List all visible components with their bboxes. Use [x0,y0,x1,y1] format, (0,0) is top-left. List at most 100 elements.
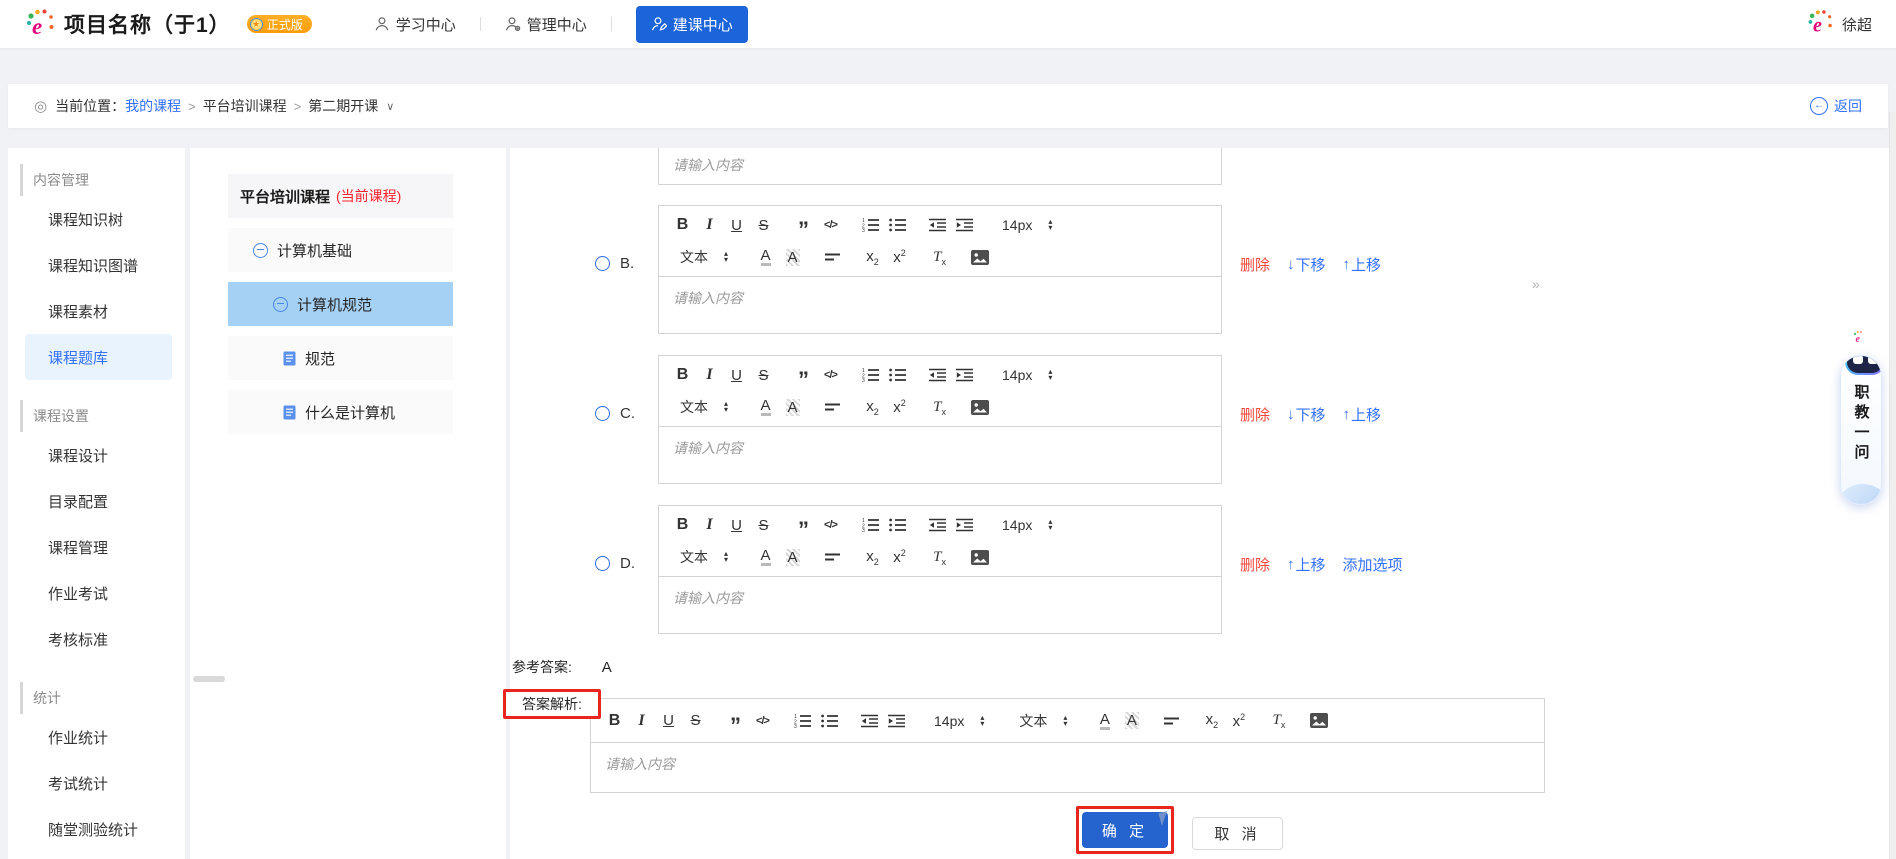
delete-option-link[interactable]: 删除 [1240,404,1270,425]
code-icon[interactable]: </> [752,709,773,733]
indent-icon[interactable] [954,213,975,237]
clear-format-icon[interactable]: Tx [1268,709,1289,733]
sidebar-item-course-management[interactable]: 课程管理 [8,524,185,570]
italic-icon[interactable]: I [699,513,720,537]
indent-icon[interactable] [954,513,975,537]
bg-color-icon[interactable]: A [782,395,803,419]
code-icon[interactable]: </> [820,213,841,237]
move-up-link[interactable]: ↑上移 [1343,404,1382,425]
font-size-select[interactable]: 14px▴▾ [926,709,992,733]
font-family-select[interactable]: 文本▴▾ [672,245,736,269]
move-down-link[interactable]: ↓下移 [1287,254,1326,275]
indent-icon[interactable] [886,709,907,733]
unordered-list-icon[interactable] [887,363,908,387]
line-height-icon[interactable] [822,545,843,569]
image-icon[interactable] [969,245,990,269]
unordered-list-icon[interactable] [819,709,840,733]
image-icon[interactable] [1308,709,1329,733]
option-radio[interactable] [595,406,610,421]
ordered-list-icon[interactable]: 123 [860,513,881,537]
underline-icon[interactable]: U [726,213,747,237]
underline-icon[interactable]: U [726,363,747,387]
ordered-list-icon[interactable]: 123 [792,709,813,733]
sidebar-item-homework-exam[interactable]: 作业考试 [8,570,185,616]
quote-icon[interactable]: ” [793,363,814,387]
tree-node-standards-doc[interactable]: 规范 [228,336,453,380]
unordered-list-icon[interactable] [887,513,908,537]
image-icon[interactable] [969,545,990,569]
italic-icon[interactable]: I [699,213,720,237]
nav-management-center[interactable]: 管理中心 [505,14,587,35]
option-editor-content[interactable]: 请输入内容 [658,277,1222,334]
sidebar-item-homework-stats[interactable]: 作业统计 [8,714,185,760]
move-down-link[interactable]: ↓下移 [1287,404,1326,425]
bg-color-icon[interactable]: A [782,245,803,269]
move-up-link[interactable]: ↑上移 [1287,554,1326,575]
ordered-list-icon[interactable]: 123 [860,363,881,387]
delete-option-link[interactable]: 删除 [1240,554,1270,575]
breadcrumb-my-courses[interactable]: 我的课程 [125,96,181,116]
tree-scrollbar-thumb[interactable] [193,676,225,682]
back-button[interactable]: ← 返回 [1810,96,1862,116]
indent-icon[interactable] [954,363,975,387]
subscript-icon[interactable]: x2 [862,245,883,269]
ordered-list-icon[interactable]: 123 [860,213,881,237]
tree-node-computer-basics[interactable]: 计算机基础 [228,228,453,272]
page-scrollbar[interactable] [1889,112,1896,859]
text-color-icon[interactable]: A [755,395,776,419]
quote-icon[interactable]: ” [725,709,746,733]
tree-node-computer-standards[interactable]: 计算机规范 [228,282,453,326]
unordered-list-icon[interactable] [887,213,908,237]
outdent-icon[interactable] [927,213,948,237]
strikethrough-icon[interactable]: S [685,709,706,733]
subscript-icon[interactable]: x2 [1201,709,1222,733]
line-height-icon[interactable] [822,395,843,419]
move-up-link[interactable]: ↑上移 [1343,254,1382,275]
sidebar-item-course-materials[interactable]: 课程素材 [8,288,185,334]
bold-icon[interactable]: B [604,709,625,733]
bold-icon[interactable]: B [672,213,693,237]
text-color-icon[interactable]: A [1094,709,1115,733]
question-stem-editor-content[interactable]: 请输入内容 [658,148,1222,185]
sidebar-item-catalog-config[interactable]: 目录配置 [8,478,185,524]
line-height-icon[interactable] [1161,709,1182,733]
outdent-icon[interactable] [927,363,948,387]
clear-format-icon[interactable]: Tx [929,245,950,269]
sidebar-item-exam-stats[interactable]: 考试统计 [8,760,185,806]
collapse-handle-icon[interactable]: » [1532,276,1540,292]
strikethrough-icon[interactable]: S [753,213,774,237]
option-radio[interactable] [595,556,610,571]
bg-color-icon[interactable]: A [1121,709,1142,733]
option-editor-content[interactable]: 请输入内容 [658,577,1222,634]
font-family-select[interactable]: 文本▴▾ [672,545,736,569]
sidebar-item-assessment-standard[interactable]: 考核标准 [8,616,185,662]
option-editor-content[interactable]: 请输入内容 [658,427,1222,484]
outdent-icon[interactable] [927,513,948,537]
font-size-select[interactable]: 14px▴▾ [994,213,1060,237]
bold-icon[interactable]: B [672,513,693,537]
code-icon[interactable]: </> [820,513,841,537]
strikethrough-icon[interactable]: S [753,513,774,537]
quote-icon[interactable]: ” [793,513,814,537]
superscript-icon[interactable]: x2 [889,545,910,569]
strikethrough-icon[interactable]: S [753,363,774,387]
superscript-icon[interactable]: x2 [1228,709,1249,733]
chevron-down-icon[interactable]: ∨ [386,100,394,113]
code-icon[interactable]: </> [820,363,841,387]
subscript-icon[interactable]: x2 [862,545,883,569]
quote-icon[interactable]: ” [793,213,814,237]
confirm-button[interactable]: 确 定 [1082,812,1168,848]
italic-icon[interactable]: I [699,363,720,387]
bold-icon[interactable]: B [672,363,693,387]
sidebar-item-course-knowledge-tree[interactable]: 课程知识树 [8,196,185,242]
header-user[interactable]: e 徐超 [1806,8,1872,40]
collapse-minus-icon[interactable] [273,297,288,312]
text-color-icon[interactable]: A [755,545,776,569]
outdent-icon[interactable] [859,709,880,733]
analysis-editor-content[interactable]: 请输入内容 [590,743,1545,793]
sidebar-item-course-design[interactable]: 课程设计 [8,432,185,478]
nav-course-building-center[interactable]: 建课中心 [636,6,748,43]
text-color-icon[interactable]: A [755,245,776,269]
delete-option-link[interactable]: 删除 [1240,254,1270,275]
bg-color-icon[interactable]: A [782,545,803,569]
